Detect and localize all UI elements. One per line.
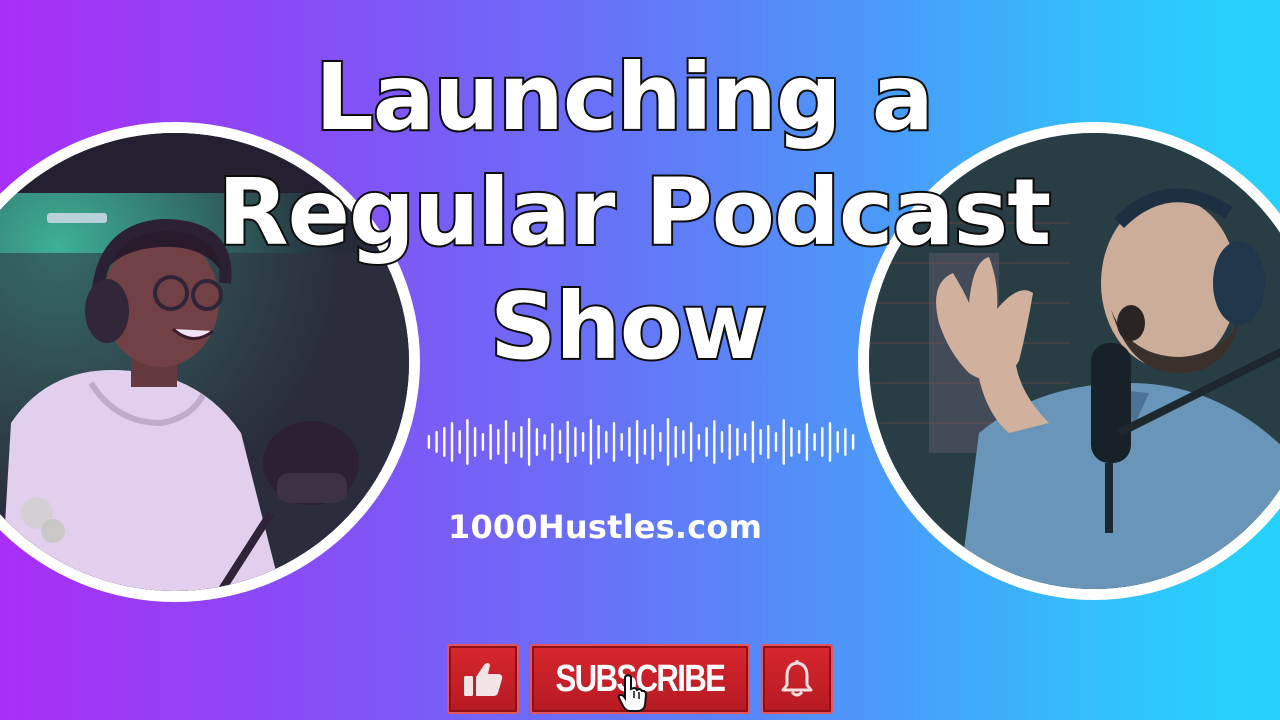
- sound-wave-bar: [790, 427, 793, 457]
- sound-wave-bar: [736, 428, 739, 456]
- sound-wave-bar: [851, 434, 855, 450]
- sound-wave-bar: [743, 433, 747, 451]
- sound-wave-bar: [805, 423, 809, 461]
- sound-wave-bar: [473, 427, 477, 457]
- sound-wave-bar: [689, 422, 693, 462]
- sound-wave-bar: [666, 418, 670, 466]
- sound-wave-bar: [574, 427, 577, 457]
- sound-wave-bar: [581, 432, 585, 452]
- bell-icon: [781, 660, 813, 697]
- title-line-1: Launching a: [313, 44, 936, 151]
- sound-wave-bar: [489, 424, 492, 460]
- bell-button[interactable]: [761, 644, 833, 714]
- title-line-2: Regular Podcast: [216, 159, 1053, 266]
- sound-wave-bar: [635, 420, 639, 464]
- sound-wave-bar: [427, 435, 431, 449]
- subscribe-button[interactable]: SUBSCRIBE: [530, 644, 750, 714]
- sound-wave-bar: [605, 431, 608, 453]
- sound-wave-bar: [535, 428, 539, 456]
- sound-wave-bar: [466, 419, 469, 465]
- sound-wave-bar: [527, 418, 531, 466]
- sound-wave-bar: [821, 427, 824, 457]
- sound-wave-bar: [651, 424, 654, 460]
- sound-wave-bar: [813, 433, 816, 451]
- sound-wave-bar: [705, 427, 708, 457]
- sound-wave-bar: [728, 424, 731, 460]
- sound-wave-bar: [759, 429, 762, 455]
- sound-wave-bar: [828, 422, 832, 462]
- sound-wave-bar: [458, 430, 461, 454]
- sound-wave-bar: [797, 430, 801, 454]
- sound-wave-bar: [520, 426, 523, 458]
- sound-wave-bar: [551, 423, 554, 461]
- sound-wave-bar: [512, 432, 515, 452]
- sound-wave-bar: [643, 429, 647, 455]
- sound-wave-bar: [628, 427, 631, 457]
- sound-wave-bar: [659, 432, 662, 452]
- sound-wave-bar: [566, 421, 569, 463]
- sound-wave-bar: [543, 434, 546, 450]
- sound-wave-bar: [435, 431, 438, 453]
- sound-wave-bar: [481, 433, 485, 451]
- sound-wave-bar: [558, 430, 562, 454]
- sound-wave-bar: [713, 420, 716, 464]
- sound-wave-bar: [720, 431, 724, 453]
- sound-wave-bar: [504, 420, 508, 464]
- hand-cursor-icon: [617, 674, 647, 712]
- sound-wave-bar: [774, 432, 778, 452]
- sound-wave-bar: [682, 430, 685, 454]
- sound-wave-bar: [443, 427, 446, 457]
- website-url: 1000Hustles.com: [448, 508, 763, 546]
- sound-wave-bar: [589, 419, 593, 465]
- title-line-3: Show: [488, 273, 769, 380]
- sound-wave-bar: [836, 431, 839, 453]
- like-button[interactable]: [447, 644, 519, 714]
- sound-wave-bar: [450, 422, 454, 462]
- sound-wave-bar: [782, 419, 785, 465]
- sound-wave-bar: [674, 426, 677, 458]
- sound-wave-bar: [597, 425, 600, 459]
- thumbnail-canvas: Launching a Regular Podcast Show 1000Hus…: [0, 0, 1280, 720]
- sound-wave-bar: [697, 434, 701, 450]
- sound-wave-bar: [844, 428, 847, 456]
- sound-wave-bar: [497, 429, 500, 455]
- sound-wave-bar: [620, 433, 623, 451]
- sound-wave-bar: [751, 421, 755, 463]
- sound-wave-bar: [767, 425, 770, 459]
- sound-wave-icon: [427, 418, 855, 466]
- thumbs-up-icon: [464, 663, 503, 696]
- sound-wave-bar: [612, 422, 616, 462]
